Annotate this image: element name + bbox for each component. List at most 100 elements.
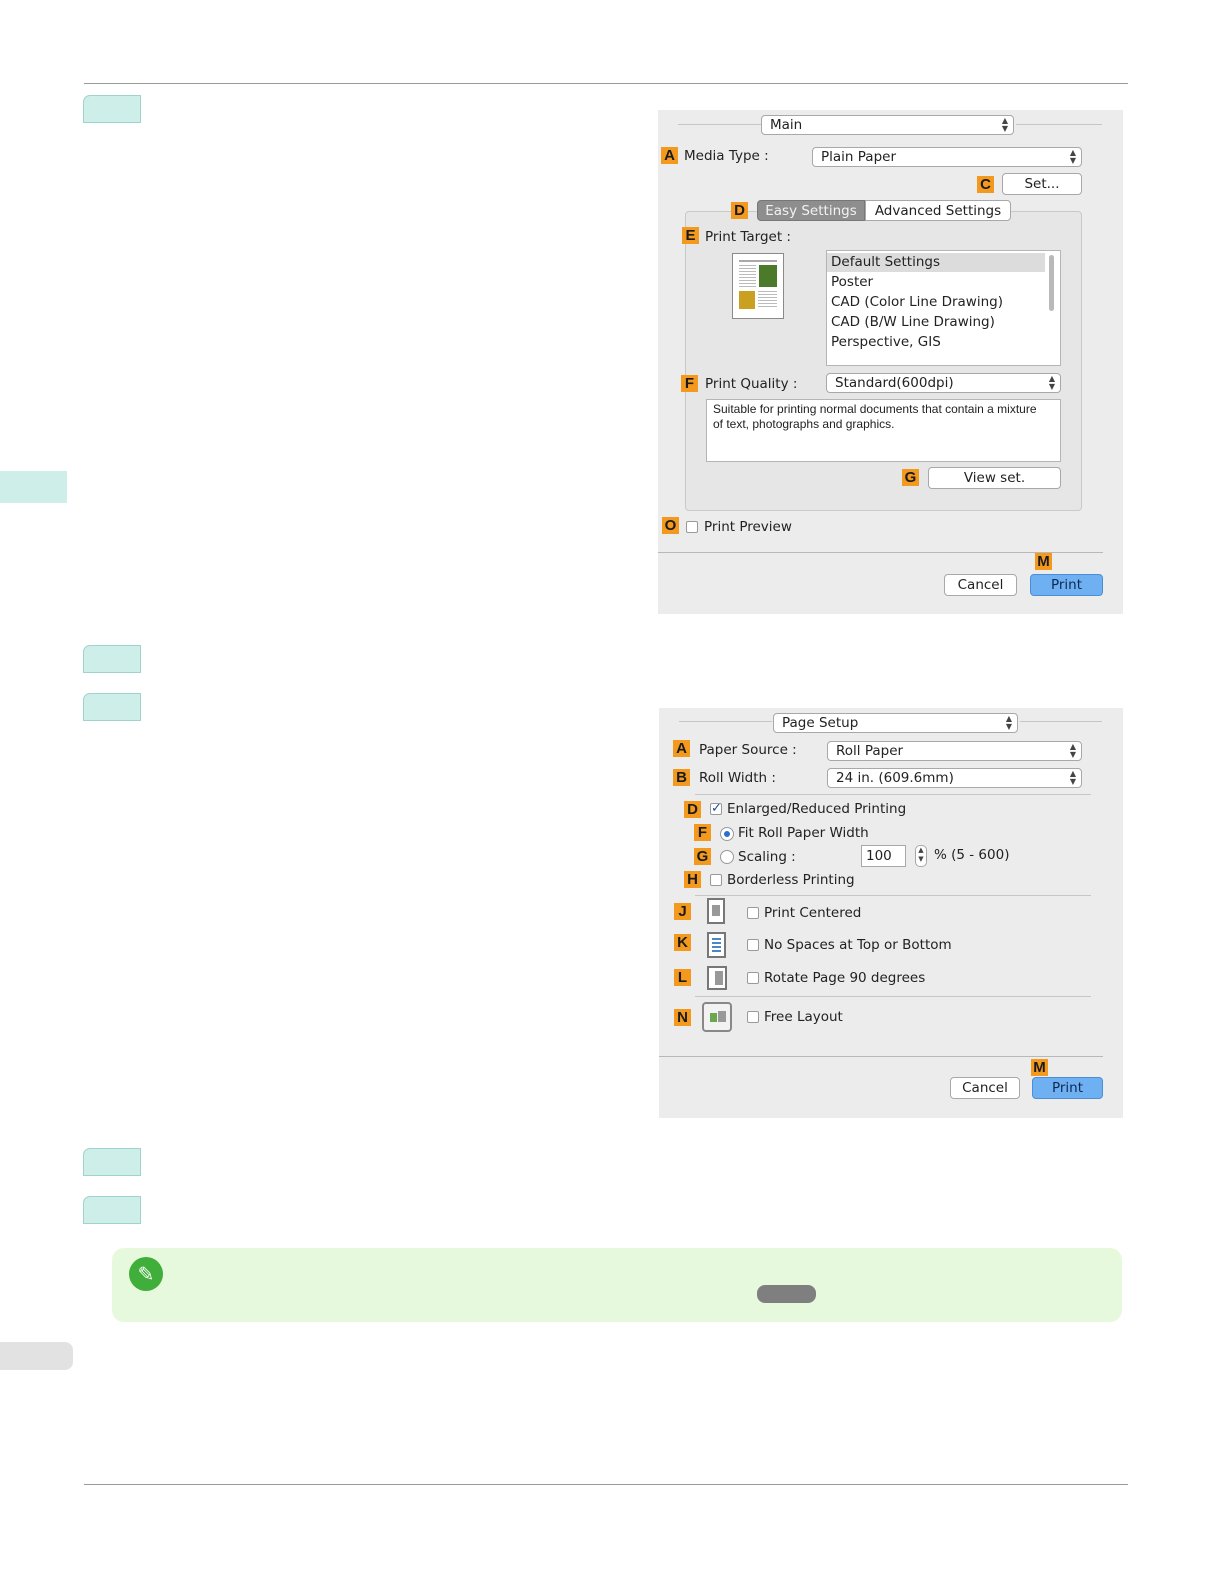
- panel-menu-value: Main: [770, 117, 803, 133]
- badge-g: G: [902, 469, 919, 486]
- list-item[interactable]: Default Settings: [831, 254, 940, 270]
- section-separator: [695, 996, 1091, 997]
- scaling-stepper[interactable]: ▲ ▼: [915, 845, 927, 867]
- reference-button-shape: [757, 1285, 816, 1303]
- badge-e: E: [682, 227, 699, 244]
- panel-menu-value: Page Setup: [782, 715, 859, 731]
- badge-o: O: [662, 517, 679, 534]
- note-box: ✎: [112, 1248, 1122, 1322]
- badge-m: M: [1035, 553, 1052, 570]
- rotate-page-icon: [707, 966, 727, 990]
- scaling-input[interactable]: 100: [861, 845, 906, 867]
- badge-c: C: [977, 176, 994, 193]
- popup-arrows-icon: ▲ ▼: [1069, 148, 1076, 165]
- step-tab-5: [83, 1196, 141, 1224]
- print-quality-label: Print Quality :: [705, 376, 798, 392]
- print-dialog-page-setup: Page Setup ▲ ▼ A Paper Source : Roll Pape…: [659, 708, 1123, 1118]
- badge-g: G: [694, 848, 711, 865]
- badge-d: D: [684, 801, 701, 818]
- print-button[interactable]: Print: [1032, 1077, 1103, 1099]
- footer-separator: [659, 1056, 1103, 1057]
- document-preview-icon: [732, 253, 784, 319]
- media-type-value: Plain Paper: [821, 149, 896, 165]
- fit-roll-label: Fit Roll Paper Width: [738, 825, 869, 841]
- fit-roll-radio[interactable]: [720, 827, 734, 841]
- popup-arrows-icon: ▲ ▼: [1069, 742, 1076, 759]
- media-type-label: Media Type :: [684, 148, 769, 164]
- list-item[interactable]: CAD (B/W Line Drawing): [831, 314, 995, 330]
- panel-menu-popup[interactable]: Page Setup ▲ ▼: [773, 713, 1018, 733]
- print-quality-popup[interactable]: Standard(600dpi) ▲ ▼: [826, 373, 1061, 393]
- page-side-tab: [0, 1342, 73, 1370]
- footer-rule: [84, 1484, 1128, 1485]
- no-spaces-icon: [707, 932, 726, 958]
- badge-d: D: [731, 202, 748, 219]
- roll-width-label: Roll Width :: [699, 770, 776, 786]
- borderless-checkbox[interactable]: [710, 874, 722, 886]
- enlarged-checkbox[interactable]: ✓: [710, 802, 722, 815]
- scaling-range-label: % (5 - 600): [934, 847, 1010, 863]
- step-tab-1: [83, 95, 141, 123]
- menu-separator-right: [1016, 124, 1102, 125]
- badge-f: F: [681, 375, 698, 392]
- step-tab-3: [83, 693, 141, 721]
- badge-k: K: [674, 934, 691, 951]
- print-button[interactable]: Print: [1030, 574, 1103, 596]
- list-scrollbar[interactable]: [1049, 255, 1054, 311]
- media-type-popup[interactable]: Plain Paper ▲ ▼: [812, 147, 1082, 167]
- print-quality-value: Standard(600dpi): [835, 375, 954, 391]
- menu-separator-left: [679, 721, 772, 722]
- badge-f: F: [694, 824, 711, 841]
- tab-advanced-settings[interactable]: Advanced Settings: [865, 200, 1011, 221]
- print-preview-checkbox[interactable]: [686, 521, 698, 533]
- set-button[interactable]: Set...: [1002, 173, 1082, 195]
- free-layout-checkbox[interactable]: [747, 1011, 759, 1023]
- list-item[interactable]: CAD (Color Line Drawing): [831, 294, 1003, 310]
- no-spaces-checkbox[interactable]: [747, 939, 759, 951]
- paper-source-label: Paper Source :: [699, 742, 797, 758]
- badge-j: J: [674, 903, 691, 920]
- print-centered-icon: [707, 898, 725, 924]
- badge-l: L: [674, 969, 691, 986]
- scaling-label: Scaling :: [738, 849, 796, 865]
- badge-b: B: [673, 769, 690, 786]
- section-separator: [695, 794, 1091, 795]
- step-tab-2: [83, 645, 141, 673]
- paper-source-value: Roll Paper: [836, 743, 904, 759]
- borderless-label: Borderless Printing: [727, 872, 855, 888]
- pencil-note-icon: ✎: [129, 1257, 163, 1291]
- paper-source-popup[interactable]: Roll Paper ▲ ▼: [827, 741, 1082, 761]
- badge-h: H: [684, 871, 701, 888]
- list-item[interactable]: Perspective, GIS: [831, 334, 941, 350]
- popup-arrows-icon: ▲ ▼: [1001, 116, 1008, 133]
- tab-easy-settings[interactable]: Easy Settings: [757, 200, 865, 221]
- scaling-radio[interactable]: [720, 850, 734, 864]
- panel-menu-popup[interactable]: Main ▲ ▼: [761, 115, 1014, 135]
- print-target-list[interactable]: Default Settings Poster CAD (Color Line …: [826, 250, 1061, 366]
- quality-description: Suitable for printing normal documents t…: [706, 399, 1061, 462]
- rotate-page-checkbox[interactable]: [747, 972, 759, 984]
- print-centered-checkbox[interactable]: [747, 907, 759, 919]
- view-set-button[interactable]: View set.: [928, 467, 1061, 489]
- chapter-side-tab: [0, 471, 67, 503]
- section-separator: [695, 895, 1091, 896]
- badge-a: A: [673, 740, 690, 757]
- print-target-label: Print Target :: [705, 229, 791, 245]
- roll-width-value: 24 in. (609.6mm): [836, 770, 954, 786]
- badge-n: N: [674, 1009, 691, 1026]
- popup-arrows-icon: ▲ ▼: [1069, 769, 1076, 786]
- header-rule: [84, 83, 1128, 84]
- print-centered-label: Print Centered: [764, 905, 862, 921]
- cancel-button[interactable]: Cancel: [944, 574, 1017, 596]
- enlarged-label: Enlarged/Reduced Printing: [727, 801, 907, 817]
- roll-width-popup[interactable]: 24 in. (609.6mm) ▲ ▼: [827, 768, 1082, 788]
- step-tab-4: [83, 1148, 141, 1176]
- badge-a: A: [661, 147, 678, 164]
- print-preview-label: Print Preview: [704, 519, 792, 535]
- popup-arrows-icon: ▲ ▼: [1048, 374, 1055, 391]
- list-item[interactable]: Poster: [831, 274, 873, 290]
- free-layout-icon: [702, 1002, 732, 1032]
- badge-m: M: [1031, 1059, 1048, 1076]
- free-layout-label: Free Layout: [764, 1009, 843, 1025]
- cancel-button[interactable]: Cancel: [950, 1077, 1020, 1099]
